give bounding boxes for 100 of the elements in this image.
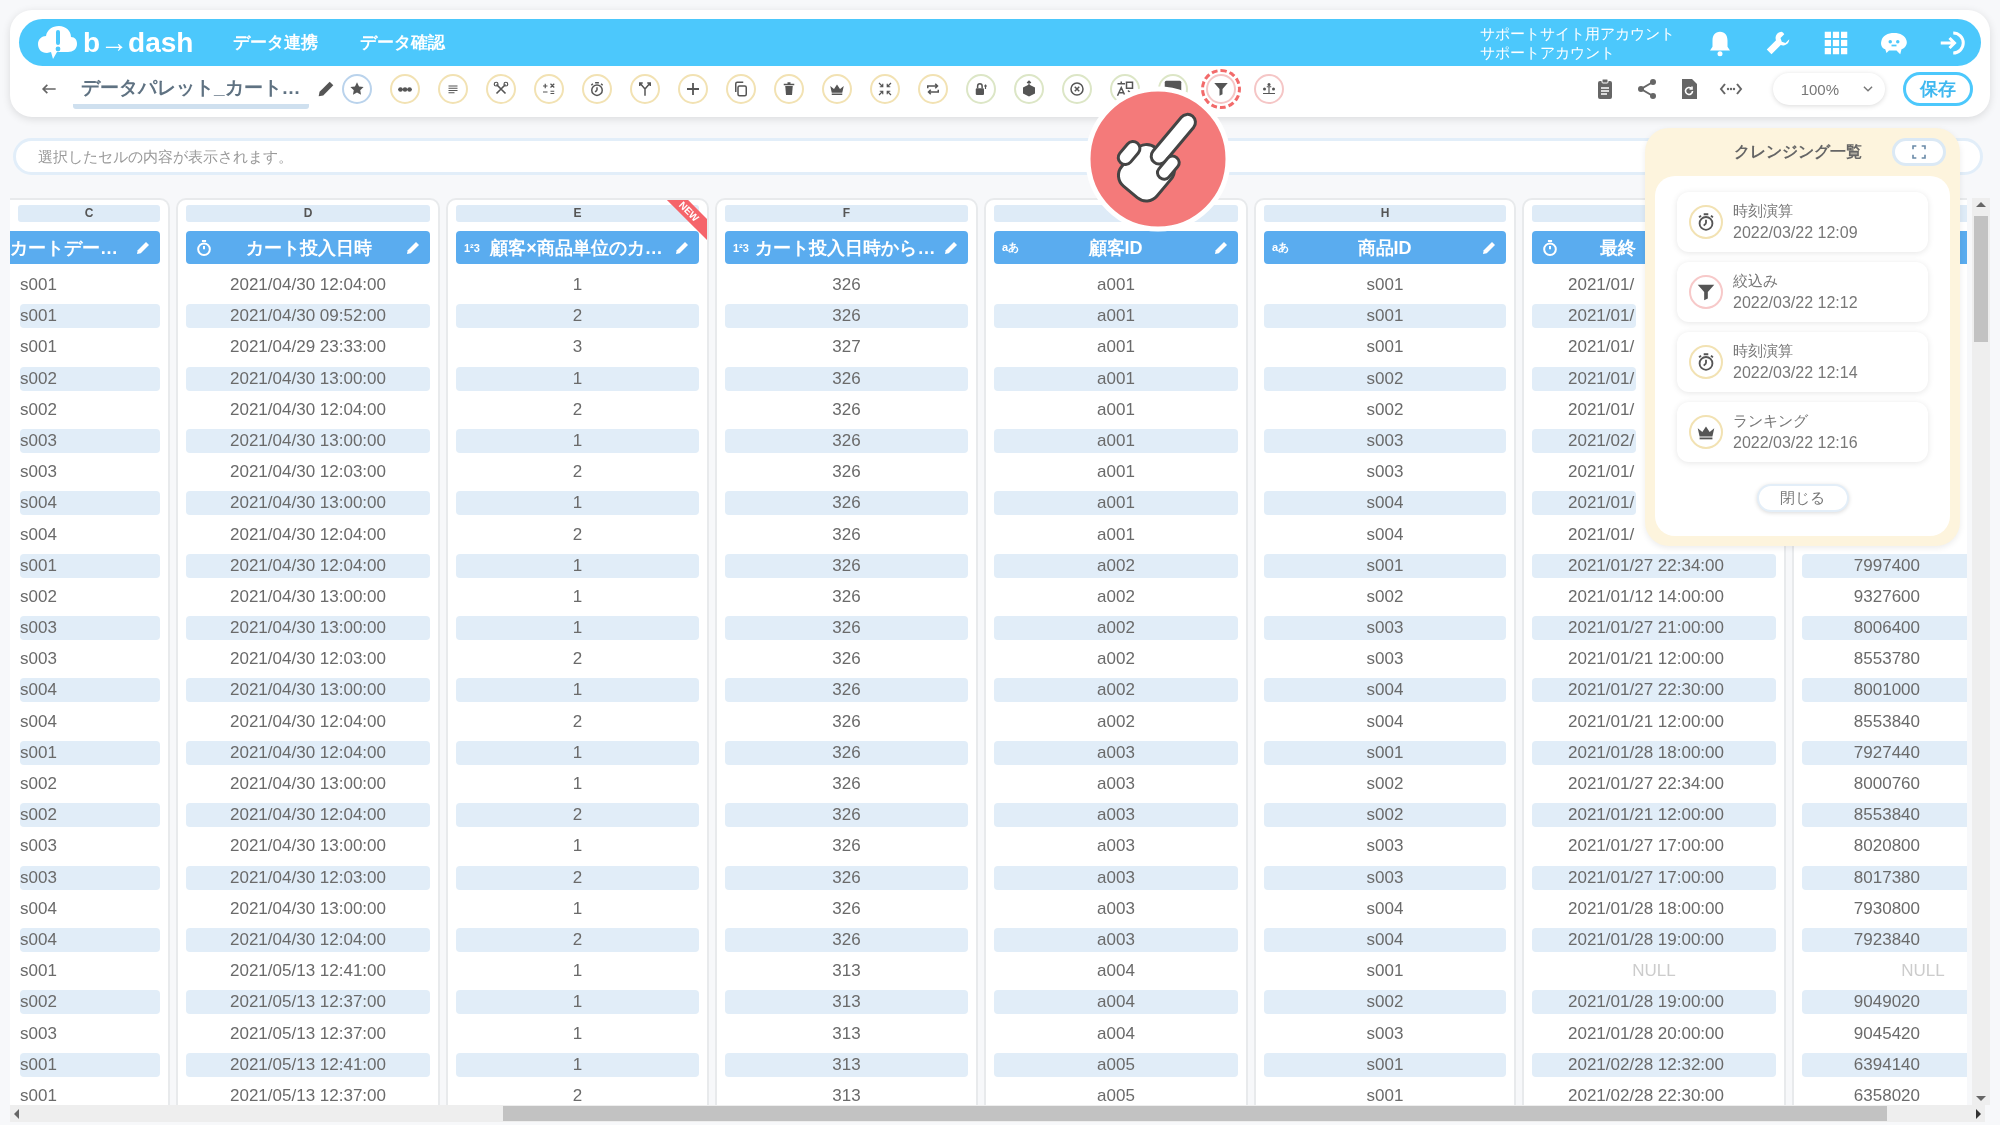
table-cell-text: 327 — [831, 336, 862, 359]
expand-button[interactable] — [1892, 138, 1946, 166]
table-cell-text: 326 — [831, 835, 862, 858]
table-cell-text: 2021/04/30 13:00:00 — [229, 897, 387, 920]
table-cell-text: s001 — [1365, 960, 1405, 983]
table-cell: 2021/02/ — [1532, 428, 1636, 453]
table-cell-text: 2021/04/30 12:04:00 — [229, 710, 387, 733]
table-cell-text: 2021/04/30 12:03:00 — [229, 648, 387, 671]
table-cell-text: 2021/01/ — [1567, 274, 1636, 296]
table-cell-text: s004 — [20, 523, 58, 546]
zoom-select[interactable]: 100% — [1773, 73, 1885, 105]
column-title: 最終 — [1599, 236, 1637, 260]
table-cell-text: 2021/01/ — [1567, 461, 1636, 484]
table-cell-text: 1 — [571, 897, 584, 920]
history-item[interactable]: 時刻演算 2022/03/22 12:14 — [1677, 332, 1928, 392]
table-cell: a003 — [994, 927, 1238, 952]
table-cell-text: 2021/02/28 22:30:00 — [1567, 1084, 1725, 1105]
table-cell-text: 326 — [831, 274, 862, 296]
column-title: カートデー… — [10, 236, 119, 260]
scrollbar-thumb[interactable] — [1974, 216, 1988, 342]
column-title: カート投入日時から… — [754, 236, 936, 260]
translate-icon — [1115, 80, 1134, 98]
vertical-scrollbar[interactable] — [1972, 198, 1990, 1105]
history-time: 2022/03/22 12:09 — [1733, 224, 1858, 242]
table-cell: 326 — [725, 678, 968, 703]
history-item[interactable]: 時刻演算 2022/03/22 12:09 — [1677, 192, 1928, 252]
table-cell-text: s001 — [1365, 1084, 1405, 1105]
nav-link[interactable]: データ確認 — [360, 31, 446, 54]
table-cell: s004 — [1264, 678, 1506, 703]
table-cell: 1 — [456, 740, 699, 765]
table-cell-text: s003 — [1365, 1022, 1405, 1045]
table-cell-text: a003 — [1096, 897, 1136, 920]
data-type-label: aあ — [1272, 240, 1290, 255]
table-cell-text: 2021/01/ — [1567, 523, 1636, 546]
scrollbar-thumb[interactable] — [503, 1106, 1887, 1121]
table-cell: 1 — [456, 1052, 699, 1077]
table-cell-text: 2 — [571, 710, 584, 733]
column-header[interactable]: aあ 顧客ID — [994, 231, 1238, 264]
table-cell-text: s003 — [1365, 835, 1405, 858]
table-cell: s001 — [20, 1052, 160, 1077]
table-cell-text: s001 — [20, 960, 58, 983]
column-letter: H — [1264, 205, 1506, 222]
table-cell-text: 2 — [571, 461, 584, 484]
history-item[interactable]: ランキング 2022/03/22 12:16 — [1677, 402, 1928, 462]
close-button[interactable]: 閉じる — [1756, 484, 1849, 512]
table-cell-text: 3 — [571, 336, 584, 359]
table-cell: s002 — [20, 366, 160, 391]
table-cell: 313 — [725, 1052, 968, 1077]
table-cell: 2 — [456, 803, 699, 828]
table-cell-text: 2021/01/27 22:34:00 — [1567, 773, 1725, 795]
table-cell: s003 — [20, 428, 160, 453]
table-cell: 326 — [725, 553, 968, 578]
palette-title[interactable]: データパレット_カート… — [73, 75, 309, 109]
table-cell-text: 2 — [571, 1084, 584, 1105]
stopwatch-icon — [1540, 237, 1560, 258]
column-header[interactable]: 1²3 カート投入日時から… — [725, 231, 968, 264]
table-cell-text: s002 — [1365, 398, 1405, 421]
dotted-line-icon — [395, 85, 414, 93]
table-cell-text: s001 — [20, 1084, 58, 1105]
table-cell-text: a001 — [1096, 274, 1136, 296]
table-cell: 326 — [725, 491, 968, 516]
column-header[interactable]: aあ 商品ID — [1264, 231, 1506, 264]
account-name: サポートアカウント — [1480, 42, 1616, 62]
table-cell: 2021/04/30 12:04:00 — [186, 553, 430, 578]
save-button[interactable]: 保存 — [1903, 72, 1973, 106]
table-cell: 2021/01/27 21:00:00 — [1532, 616, 1776, 641]
table-cell: 8017380 — [1802, 865, 1967, 890]
column-header[interactable]: 1²3 顧客×商品単位のカ… — [456, 231, 699, 264]
table-cell: 2021/04/30 13:00:00 — [186, 491, 430, 516]
table-cell: a001 — [994, 428, 1238, 453]
data-type-label: 1²3 — [733, 241, 749, 254]
table-cell: 6394140 — [1802, 1052, 1967, 1077]
table-cell: 2021/04/30 13:00:00 — [186, 366, 430, 391]
table-cell: s004 — [20, 491, 160, 516]
table-cell: s001 — [1264, 1052, 1506, 1077]
table-cell: 2021/01/27 22:30:00 — [1532, 678, 1776, 703]
horizontal-scrollbar[interactable] — [10, 1105, 1985, 1122]
table-cell-text: 326 — [831, 523, 862, 546]
table-cell: 326 — [725, 927, 968, 952]
table-cell: s001 — [1264, 553, 1506, 578]
table-cell-text: s003 — [1365, 461, 1405, 484]
table-cell-text: a004 — [1096, 960, 1136, 983]
table-cell-text: a001 — [1096, 398, 1136, 421]
table-cell-text: 2 — [571, 398, 584, 421]
table-cell-text: 326 — [831, 461, 862, 484]
table-cell: a005 — [994, 1052, 1238, 1077]
x-circle-icon — [1067, 80, 1086, 98]
column-header[interactable]: カート投入日時 — [186, 231, 430, 264]
column-header[interactable]: カートデー… — [10, 231, 160, 264]
table-cell-text: 2021/01/ — [1567, 336, 1636, 359]
table-cell: s001 — [1264, 304, 1506, 329]
table-cell-text: s004 — [20, 710, 58, 733]
nav-link[interactable]: データ連携 — [233, 31, 319, 54]
table-cell: 313 — [725, 990, 968, 1015]
table-cell-text: s004 — [1365, 710, 1405, 733]
table-cell: 1 — [456, 616, 699, 641]
share-icon[interactable] — [1635, 77, 1659, 101]
table-cell-text: 8553840 — [1852, 710, 1921, 733]
history-item[interactable]: 絞込み 2022/03/22 12:12 — [1677, 262, 1928, 322]
table-cell: 2021/04/30 12:03:00 — [186, 865, 430, 890]
